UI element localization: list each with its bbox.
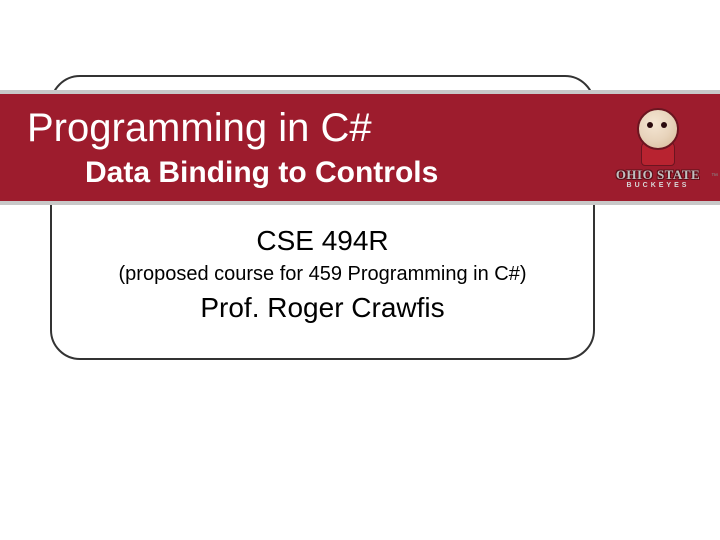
course-code: CSE 494R [50,225,595,257]
course-info-block: CSE 494R (proposed course for 459 Progra… [50,225,595,324]
slide-subtitle: Data Binding to Controls [85,156,438,190]
slide-title: Programming in C# [27,106,372,151]
logo-text-buckeyes: BUCKEYES [627,182,690,189]
trademark-symbol: ™ [711,173,718,180]
brutus-mascot-icon [629,108,687,166]
ohio-state-logo: OHIO STATE BUCKEYES ™ [604,94,712,202]
course-description: (proposed course for 459 Programming in … [50,263,595,286]
logo-text-ohio-state: OHIO STATE [616,168,700,181]
professor-name: Prof. Roger Crawfis [50,292,595,324]
